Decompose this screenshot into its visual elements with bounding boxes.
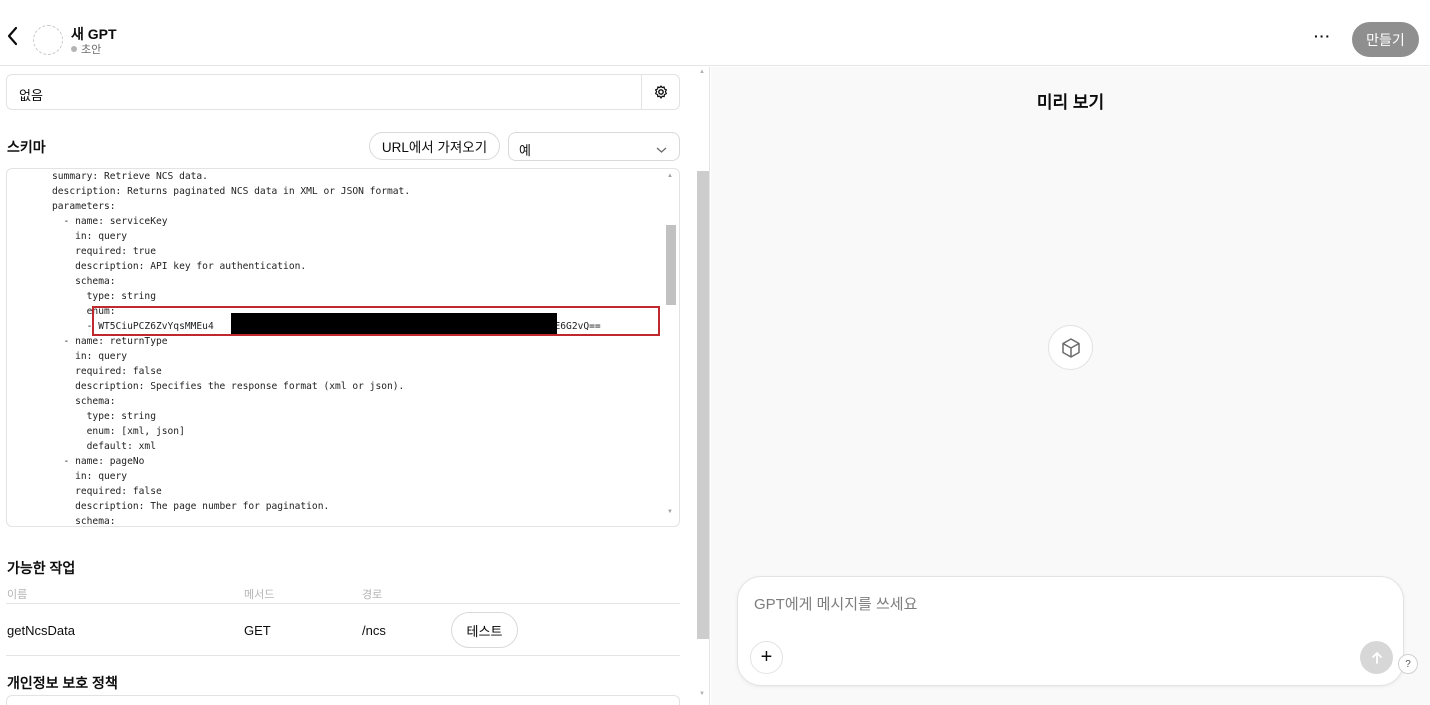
divider xyxy=(6,603,680,604)
code-line: in: query xyxy=(52,231,128,242)
message-composer[interactable]: GPT에게 메시지를 쓰세요 + xyxy=(737,576,1404,686)
examples-select[interactable]: 예 xyxy=(508,132,680,161)
privacy-policy-input[interactable] xyxy=(6,695,680,705)
available-actions-heading: 가능한 작업 xyxy=(7,560,76,576)
configure-panel: 없음 스키마 URL에서 가져오기 예 summary: Retrieve NC… xyxy=(0,67,710,705)
code-line: - name: pageNo xyxy=(52,456,145,467)
code-line: description: API key for authentication. xyxy=(52,261,307,272)
code-line: - name: returnType xyxy=(52,336,168,347)
code-line: parameters: xyxy=(52,201,116,212)
gear-icon[interactable] xyxy=(641,75,679,109)
code-line: - name: serviceKey xyxy=(52,216,168,227)
back-icon[interactable] xyxy=(6,26,24,50)
message-input[interactable]: GPT에게 메시지를 쓰세요 xyxy=(754,593,917,614)
column-header-path: 경로 xyxy=(362,589,383,601)
schema-editor[interactable]: summary: Retrieve NCS data. description: … xyxy=(6,168,680,527)
examples-select-value: 예 xyxy=(519,143,531,158)
code-line: description: Specifies the response form… xyxy=(52,381,405,392)
scroll-up-icon[interactable]: ▲ xyxy=(667,173,673,179)
status-dot-icon xyxy=(71,46,77,52)
code-line: type: string xyxy=(52,291,156,302)
plus-icon[interactable]: + xyxy=(750,641,783,674)
code-line: schema: xyxy=(52,396,116,407)
scroll-up-icon[interactable]: ▲ xyxy=(699,69,705,75)
cube-icon xyxy=(1048,325,1093,370)
create-button[interactable]: 만들기 xyxy=(1352,22,1419,57)
code-line: summary: Retrieve NCS data. xyxy=(52,171,208,182)
code-line: required: false xyxy=(52,486,162,497)
code-line: default: xml xyxy=(52,441,156,452)
more-options-button[interactable]: ··· xyxy=(1314,28,1331,44)
schema-scrollbar[interactable]: ▲ ▼ xyxy=(664,169,677,526)
action-name: getNcsData xyxy=(7,623,75,638)
code-line: schema: xyxy=(52,276,116,287)
preview-title: 미리 보기 xyxy=(1036,93,1105,112)
status-label: 초안 xyxy=(81,44,102,56)
code-line: in: query xyxy=(52,471,128,482)
code-line: enum: [xml, json] xyxy=(52,426,185,437)
code-line: type: string xyxy=(52,411,156,422)
schema-scroll-thumb[interactable] xyxy=(666,225,676,305)
panel-scrollbar[interactable]: ▲ ▼ xyxy=(696,67,709,705)
test-button[interactable]: 테스트 xyxy=(451,612,518,648)
preview-panel: 미리 보기 GPT에게 메시지를 쓰세요 + ? xyxy=(711,67,1430,705)
top-header: 새 GPT 초안 ··· 만들기 xyxy=(0,0,1430,66)
code-line: description: Returns paginated NCS data … xyxy=(52,186,411,197)
code-line: in: query xyxy=(52,351,128,362)
panel-scroll-thumb[interactable] xyxy=(697,171,709,639)
action-path: /ncs xyxy=(362,623,386,638)
column-header-name: 이름 xyxy=(7,589,28,601)
gpt-avatar[interactable] xyxy=(33,25,63,55)
chevron-down-icon xyxy=(656,141,667,159)
help-button[interactable]: ? xyxy=(1398,654,1418,674)
column-header-method: 메서드 xyxy=(244,589,275,601)
draft-status: 초안 xyxy=(71,41,101,57)
authentication-value: 없음 xyxy=(19,88,43,103)
code-line: required: true xyxy=(52,246,156,257)
import-from-url-button[interactable]: URL에서 가져오기 xyxy=(369,132,500,160)
privacy-policy-heading: 개인정보 보호 정책 xyxy=(7,675,118,691)
action-method: GET xyxy=(244,623,271,638)
divider xyxy=(6,655,680,656)
scroll-down-icon[interactable]: ▼ xyxy=(699,691,705,697)
code-line: required: false xyxy=(52,366,162,377)
send-arrow-icon[interactable] xyxy=(1360,641,1393,674)
code-line: description: The page number for paginat… xyxy=(52,501,330,512)
schema-heading: 스키마 xyxy=(7,139,46,155)
authentication-field[interactable]: 없음 xyxy=(6,74,680,110)
schema-code[interactable]: summary: Retrieve NCS data. description: … xyxy=(7,169,667,527)
scroll-down-icon[interactable]: ▼ xyxy=(667,509,673,515)
code-line: schema: xyxy=(52,516,116,527)
highlight-box xyxy=(92,306,660,336)
